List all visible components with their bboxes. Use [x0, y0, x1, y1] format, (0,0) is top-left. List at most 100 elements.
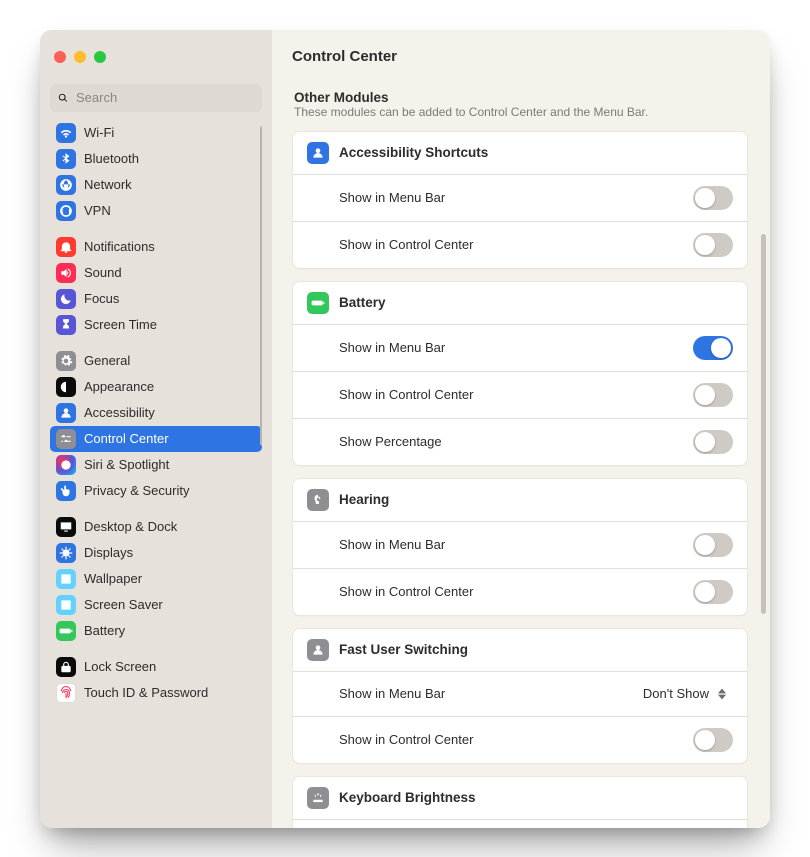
- keyboard-brightness-icon: [307, 787, 329, 809]
- select-popup[interactable]: Don't Show: [639, 683, 733, 705]
- sidebar-list[interactable]: Wi-Fi Bluetooth Network VPN Notifications Sou…: [50, 120, 262, 820]
- close-button[interactable]: [54, 51, 66, 63]
- setting-label: Show in Menu Bar: [339, 686, 627, 701]
- sound-icon: [56, 263, 76, 283]
- vpn-icon: [56, 201, 76, 221]
- sidebar-item-label: VPN: [84, 203, 256, 218]
- main-panel[interactable]: Other Modules These modules can be added…: [272, 84, 770, 828]
- bluetooth-icon: [56, 149, 76, 169]
- sidebar-item-label: Privacy & Security: [84, 483, 256, 498]
- sidebar-item-lock[interactable]: Lock Screen: [50, 654, 262, 680]
- setting-row: Show in Control Center: [293, 221, 747, 268]
- privacy-icon: [56, 481, 76, 501]
- setting-label: Show in Control Center: [339, 387, 681, 402]
- setting-label: Show in Control Center: [339, 732, 681, 747]
- search-icon: [58, 91, 68, 105]
- wallpaper-icon: [56, 569, 76, 589]
- battery-icon: [307, 292, 329, 314]
- screen-time-icon: [56, 315, 76, 335]
- fast-user-switching-icon: [307, 639, 329, 661]
- setting-label: Show Percentage: [339, 434, 681, 449]
- card-header: Fast User Switching: [293, 629, 747, 671]
- titlebar-right: Control Center: [272, 30, 770, 84]
- minimize-button[interactable]: [74, 51, 86, 63]
- setting-label: Show in Control Center: [339, 584, 681, 599]
- sidebar-item-network[interactable]: Network: [50, 172, 262, 198]
- sidebar-item-label: Wallpaper: [84, 571, 256, 586]
- sidebar-item-label: Control Center: [84, 431, 256, 446]
- desktop-dock-icon: [56, 517, 76, 537]
- sidebar-item-label: Siri & Spotlight: [84, 457, 256, 472]
- toggle-switch[interactable]: [693, 728, 733, 752]
- sidebar-item-label: Touch ID & Password: [84, 685, 256, 700]
- search-input[interactable]: [74, 89, 254, 106]
- sidebar-item-privacy[interactable]: Privacy & Security: [50, 478, 262, 504]
- sidebar-item-label: Focus: [84, 291, 256, 306]
- stepper-icon: [715, 685, 729, 703]
- sidebar-item-bluetooth[interactable]: Bluetooth: [50, 146, 262, 172]
- sidebar-item-dock[interactable]: Desktop & Dock: [50, 514, 262, 540]
- sidebar-item-accessibility[interactable]: Accessibility: [50, 400, 262, 426]
- setting-row: Show in Menu Bar: [293, 324, 747, 371]
- sidebar-item-label: General: [84, 353, 256, 368]
- sidebar-item-label: Lock Screen: [84, 659, 256, 674]
- sidebar-item-touchid[interactable]: Touch ID & Password: [50, 680, 262, 706]
- section-heading: Other Modules These modules can be added…: [294, 90, 746, 119]
- touch-id-icon: [56, 683, 76, 703]
- search-field[interactable]: [50, 84, 262, 112]
- setting-label: Show in Menu Bar: [339, 190, 681, 205]
- toggle-switch[interactable]: [693, 580, 733, 604]
- setting-row: Show in Control Center: [293, 716, 747, 763]
- toggle-switch[interactable]: [693, 533, 733, 557]
- sidebar-item-label: Screen Time: [84, 317, 256, 332]
- sidebar-item-label: Notifications: [84, 239, 256, 254]
- card-keyboard-brightness: Keyboard BrightnessShow in Menu BarShow …: [292, 776, 748, 828]
- sidebar-item-battery[interactable]: Battery: [50, 618, 262, 644]
- sidebar-item-sound[interactable]: Sound: [50, 260, 262, 286]
- maximize-button[interactable]: [94, 51, 106, 63]
- accessibility-icon: [56, 403, 76, 423]
- sidebar-item-wifi[interactable]: Wi-Fi: [50, 120, 262, 146]
- sidebar-group: Lock Screen Touch ID & Password: [50, 654, 262, 706]
- sidebar-item-saver[interactable]: Screen Saver: [50, 592, 262, 618]
- sidebar-item-focus[interactable]: Focus: [50, 286, 262, 312]
- sidebar-item-label: Desktop & Dock: [84, 519, 256, 534]
- toggle-switch[interactable]: [693, 383, 733, 407]
- sidebar-item-vpn[interactable]: VPN: [50, 198, 262, 224]
- sidebar-item-appearance[interactable]: Appearance: [50, 374, 262, 400]
- sidebar-item-label: Sound: [84, 265, 256, 280]
- setting-label: Show in Control Center: [339, 237, 681, 252]
- setting-label: Show in Menu Bar: [339, 340, 681, 355]
- siri-icon: [56, 455, 76, 475]
- sidebar-item-displays[interactable]: Displays: [50, 540, 262, 566]
- traffic-lights: [54, 51, 106, 63]
- card-header: Accessibility Shortcuts: [293, 132, 747, 174]
- titlebar-left: [40, 30, 272, 84]
- card-header: Keyboard Brightness: [293, 777, 747, 819]
- hearing-icon: [307, 489, 329, 511]
- sidebar-item-label: Network: [84, 177, 256, 192]
- toggle-switch[interactable]: [693, 336, 733, 360]
- sidebar-item-general[interactable]: General: [50, 348, 262, 374]
- cards-container: Accessibility Shortcuts Show in Menu Bar S…: [292, 131, 748, 828]
- select-value: Don't Show: [643, 686, 709, 701]
- general-icon: [56, 351, 76, 371]
- window-title: Control Center: [292, 48, 397, 65]
- sidebar-item-screentime[interactable]: Screen Time: [50, 312, 262, 338]
- toggle-switch[interactable]: [693, 430, 733, 454]
- card-title: Accessibility Shortcuts: [339, 145, 488, 160]
- sidebar-item-siri[interactable]: Siri & Spotlight: [50, 452, 262, 478]
- lock-screen-icon: [56, 657, 76, 677]
- sidebar-item-controlcenter[interactable]: Control Center: [50, 426, 262, 452]
- toggle-switch[interactable]: [693, 233, 733, 257]
- sidebar-item-label: Wi-Fi: [84, 125, 256, 140]
- toggle-switch[interactable]: [693, 186, 733, 210]
- sidebar-group: General Appearance Accessibility Control Ce…: [50, 348, 262, 504]
- network-icon: [56, 175, 76, 195]
- card-accessibility-shortcuts: Accessibility Shortcuts Show in Menu Bar S…: [292, 131, 748, 269]
- sidebar-item-label: Accessibility: [84, 405, 256, 420]
- setting-row: Show Percentage: [293, 418, 747, 465]
- sidebar-item-wallpaper[interactable]: Wallpaper: [50, 566, 262, 592]
- sidebar-item-notifications[interactable]: Notifications: [50, 234, 262, 260]
- card-hearing: HearingShow in Menu BarShow in Control C…: [292, 478, 748, 616]
